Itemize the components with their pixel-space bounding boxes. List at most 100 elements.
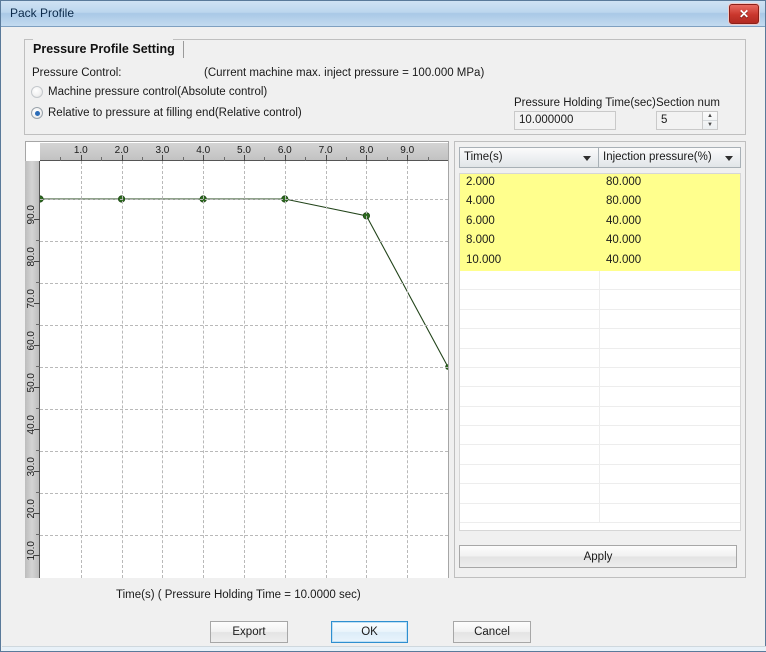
- table-row-empty[interactable]: [460, 329, 740, 349]
- cell-time[interactable]: 4.000: [460, 193, 599, 211]
- table-row-empty[interactable]: [460, 464, 740, 485]
- window-title: Pack Profile: [10, 6, 75, 20]
- radio-label-relative: Relative to pressure at filling end(Rela…: [48, 107, 302, 119]
- x-axis: 1.0 2.0 3.0 4.0 5.0 6.0 7.0 8.0 9.0: [40, 143, 448, 161]
- cell-time[interactable]: [460, 504, 599, 522]
- table-row[interactable]: 4.000 80.000: [460, 193, 740, 213]
- table-row-empty[interactable]: [460, 387, 740, 407]
- table-row-empty[interactable]: [460, 290, 740, 310]
- section-num-stepper[interactable]: ▲ ▼: [703, 111, 718, 130]
- y-axis-tick-label: 10.0: [26, 541, 37, 561]
- table-row-empty[interactable]: [460, 309, 740, 330]
- cell-pressure[interactable]: [599, 348, 740, 367]
- table-row-empty[interactable]: [460, 367, 740, 388]
- cell-pressure[interactable]: 40.000: [599, 212, 740, 232]
- bottom-strip: [2, 646, 766, 651]
- radio-relative-control[interactable]: Relative to pressure at filling end(Rela…: [31, 107, 302, 119]
- cell-time[interactable]: [460, 368, 599, 386]
- table-row-empty[interactable]: [460, 503, 740, 524]
- cell-pressure[interactable]: [599, 270, 740, 290]
- cell-pressure[interactable]: [599, 445, 740, 464]
- gridline-vertical: [284, 161, 286, 578]
- cell-time[interactable]: [460, 310, 599, 328]
- gridline-vertical: [80, 161, 82, 578]
- cell-time[interactable]: [460, 465, 599, 483]
- holding-time-input[interactable]: 10.000000: [514, 111, 616, 130]
- cell-pressure[interactable]: [599, 426, 740, 445]
- table-row[interactable]: 10.000 40.000: [460, 251, 740, 271]
- cell-pressure[interactable]: 80.000: [599, 193, 740, 212]
- cell-time[interactable]: [460, 329, 599, 347]
- radio-label-absolute: Machine pressure control(Absolute contro…: [48, 86, 268, 98]
- export-button[interactable]: Export: [210, 621, 288, 643]
- cell-pressure[interactable]: 40.000: [599, 251, 740, 270]
- cell-time[interactable]: [460, 407, 599, 425]
- cell-pressure[interactable]: [599, 309, 740, 329]
- cancel-button[interactable]: Cancel: [453, 621, 531, 643]
- cell-pressure[interactable]: [599, 367, 740, 387]
- group-border-right: [173, 39, 746, 40]
- cell-pressure[interactable]: [599, 464, 740, 484]
- table-row-empty[interactable]: [460, 426, 740, 446]
- ok-button[interactable]: OK: [331, 621, 408, 643]
- table-row[interactable]: 2.000 80.000: [460, 174, 740, 194]
- grid-header: Time(s) Injection pressure(%): [459, 147, 741, 168]
- machine-max-pressure-note: (Current machine max. inject pressure = …: [204, 67, 485, 79]
- cell-time[interactable]: 10.000: [460, 252, 599, 270]
- y-axis-tick-label: 30.0: [26, 457, 37, 477]
- x-axis-tick-label: 7.0: [318, 145, 333, 156]
- chevron-down-icon-time[interactable]: [583, 156, 591, 161]
- y-axis-tick-label: 60.0: [26, 331, 37, 351]
- cell-time[interactable]: [460, 290, 599, 308]
- x-axis-tick-label: 8.0: [359, 145, 374, 156]
- cell-pressure[interactable]: 40.000: [599, 232, 740, 251]
- cell-time[interactable]: 8.000: [460, 232, 599, 250]
- chevron-down-icon-pressure[interactable]: [725, 156, 733, 161]
- pressure-control-label: Pressure Control:: [32, 67, 122, 79]
- x-axis-tick-label: 1.0: [73, 145, 88, 156]
- close-button[interactable]: ✕: [729, 4, 759, 24]
- table-row[interactable]: 6.000 40.000: [460, 212, 740, 233]
- x-axis-caption: Time(s) ( Pressure Holding Time = 10.000…: [116, 589, 361, 601]
- cell-time[interactable]: [460, 349, 599, 367]
- radio-absolute-control[interactable]: Machine pressure control(Absolute contro…: [31, 86, 267, 98]
- column-header-pressure[interactable]: Injection pressure(%): [599, 147, 741, 168]
- spin-up-icon[interactable]: ▲: [703, 112, 717, 121]
- cell-time[interactable]: [460, 271, 599, 289]
- table-row-empty[interactable]: [460, 445, 740, 465]
- pack-profile-dialog: Pack Profile ✕ Pressure Profile Setting …: [0, 0, 766, 652]
- cell-pressure[interactable]: [599, 387, 740, 406]
- cell-time[interactable]: [460, 445, 599, 463]
- gridline-vertical: [407, 161, 409, 578]
- cell-pressure[interactable]: [599, 406, 740, 426]
- section-num-input[interactable]: 5: [656, 111, 703, 130]
- cell-pressure[interactable]: [599, 290, 740, 309]
- cell-time[interactable]: [460, 484, 599, 502]
- table-row-empty[interactable]: [460, 484, 740, 504]
- cell-time[interactable]: 6.000: [460, 213, 599, 231]
- cell-pressure[interactable]: [599, 484, 740, 503]
- table-row-empty[interactable]: [460, 270, 740, 291]
- column-header-time[interactable]: Time(s): [459, 147, 599, 168]
- table-row-empty[interactable]: [460, 406, 740, 427]
- table-row[interactable]: 8.000 40.000: [460, 232, 740, 252]
- group-border-left: [24, 39, 33, 40]
- plot-area[interactable]: [40, 161, 448, 578]
- grid-body[interactable]: 2.000 80.000 4.000 80.000 6.000 40.000 8.000 40…: [459, 173, 741, 531]
- cell-pressure[interactable]: 80.000: [599, 174, 740, 193]
- cell-pressure[interactable]: [599, 329, 740, 348]
- cell-time[interactable]: [460, 387, 599, 405]
- x-axis-tick-label: 2.0: [114, 145, 129, 156]
- cell-time[interactable]: 2.000: [460, 174, 599, 192]
- x-axis-tick-label: 5.0: [237, 145, 251, 156]
- apply-button[interactable]: Apply: [459, 545, 737, 568]
- close-icon: ✕: [738, 7, 750, 21]
- table-row-empty[interactable]: [460, 348, 740, 368]
- cell-time[interactable]: [460, 426, 599, 444]
- tab-pressure-profile-setting[interactable]: Pressure Profile Setting: [33, 41, 184, 58]
- y-axis-tick-label: 40.0: [26, 415, 37, 435]
- cell-pressure[interactable]: [599, 503, 740, 523]
- y-axis-tick-label: 70.0: [26, 289, 37, 309]
- column-header-time-label: Time(s): [464, 151, 503, 163]
- spin-down-icon[interactable]: ▼: [703, 121, 717, 129]
